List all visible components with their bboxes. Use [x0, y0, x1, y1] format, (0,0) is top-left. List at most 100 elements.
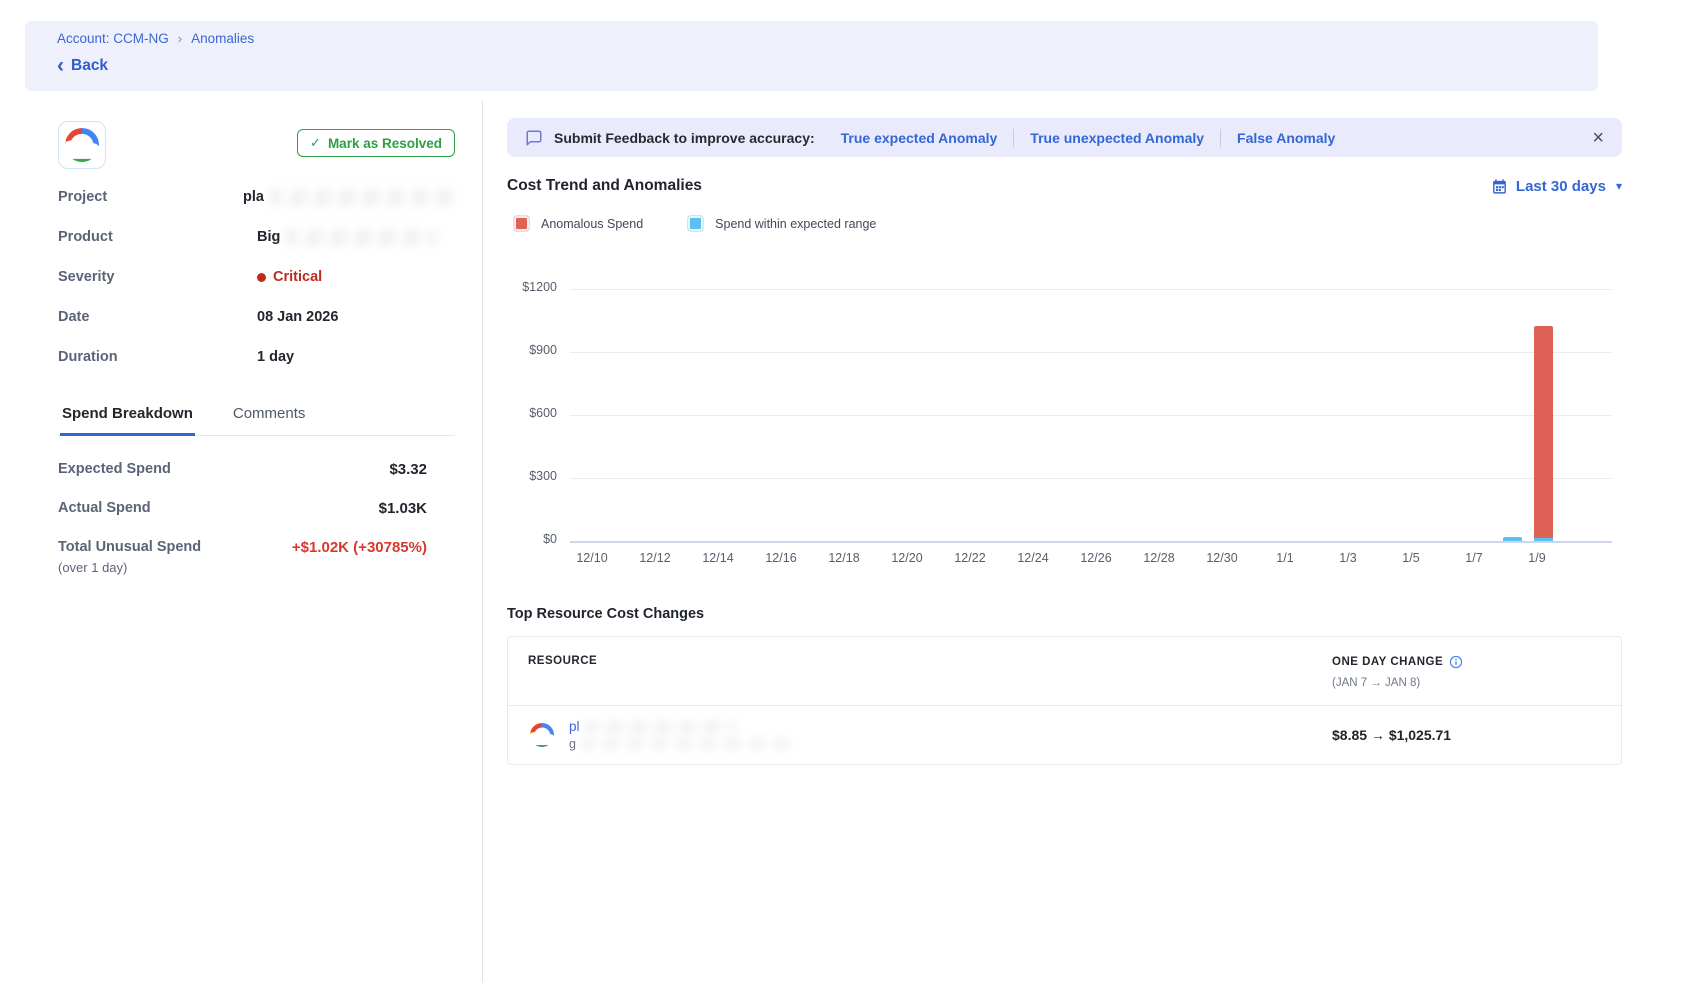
- resource-subtext: g: [569, 737, 576, 751]
- spend-label-group: Expected Spend: [58, 461, 171, 477]
- topbar: Account: CCM-NG › Anomalies ‹ Back: [25, 21, 1598, 91]
- field-label: Date: [58, 309, 257, 325]
- gridline: [570, 289, 1612, 290]
- x-axis-label: 12/16: [746, 551, 816, 565]
- mark-as-resolved-button[interactable]: ✓ Mark as Resolved: [297, 129, 455, 157]
- field-label: Duration: [58, 349, 257, 365]
- field-value-text: 1 day: [257, 349, 294, 365]
- y-axis-label: $900: [497, 343, 557, 357]
- resource-name-line: pl: [569, 719, 792, 734]
- field-value: 08 Jan 2026: [257, 309, 338, 325]
- tab-spend-breakdown[interactable]: Spend Breakdown: [60, 399, 195, 436]
- field-value: pla: [243, 189, 455, 206]
- y-axis-label: $1200: [497, 280, 557, 294]
- resource-text: pl g: [569, 719, 792, 751]
- severity-value: Critical: [273, 269, 322, 285]
- redacted-value: [286, 229, 436, 246]
- x-axis-label: 1/7: [1439, 551, 1509, 565]
- spend-label: Total Unusual Spend: [58, 539, 201, 555]
- back-label: Back: [71, 57, 108, 75]
- x-axis-label: 12/14: [683, 551, 753, 565]
- field-value-text: pla: [243, 189, 264, 205]
- feedback-divider: [1013, 129, 1014, 147]
- field-row: Severity Critical: [58, 257, 455, 297]
- legend-item: Anomalous Spend: [513, 215, 643, 232]
- x-axis-label: 12/24: [998, 551, 1068, 565]
- feedback-options: True expected Anomaly True unexpected Ano…: [841, 129, 1336, 147]
- field-row: ProductBig: [58, 217, 455, 257]
- x-axis-label: 1/3: [1313, 551, 1383, 565]
- resource-link[interactable]: pl: [569, 719, 580, 734]
- feedback-option-1[interactable]: True expected Anomaly: [841, 130, 998, 146]
- chevron-left-icon: ‹: [57, 59, 64, 73]
- legend-item: Spend within expected range: [687, 215, 876, 232]
- spend-label: Expected Spend: [58, 461, 171, 477]
- change-column-sublabel: (JAN 7 → JAN 8): [1332, 677, 1601, 689]
- check-icon: ✓: [310, 135, 321, 151]
- resource-row[interactable]: pl g $8.85 → $1,025.71: [508, 706, 1621, 764]
- field-value: Big: [257, 229, 436, 246]
- feedback-option-3[interactable]: False Anomaly: [1237, 130, 1335, 146]
- detail-panel-header: ✓ Mark as Resolved: [58, 121, 455, 169]
- x-axis-label: 12/26: [1061, 551, 1131, 565]
- anomaly-detail-panel: ✓ Mark as Resolved ProjectplaProductBigS…: [25, 100, 482, 586]
- chevron-right-icon: ›: [178, 31, 182, 46]
- spend-row: Total Unusual Spend(over 1 day) +$1.02K (…: [58, 528, 455, 586]
- field-value-text: Big: [257, 229, 280, 245]
- redacted-resource-subtext: [582, 739, 792, 749]
- legend-label: Anomalous Spend: [541, 217, 643, 231]
- x-axis-label: 12/10: [557, 551, 627, 565]
- field-label: Project: [58, 189, 243, 205]
- y-axis-label: $600: [497, 406, 557, 420]
- close-icon[interactable]: ×: [1592, 128, 1604, 148]
- resource-table: RESOURCEONE DAY CHANGE(JAN 7 → JAN 8)plg…: [507, 636, 1622, 765]
- gridline: [570, 415, 1612, 416]
- x-axis-label: 12/22: [935, 551, 1005, 565]
- expected-base-segment: [1534, 538, 1553, 541]
- tab-comments[interactable]: Comments: [231, 399, 308, 436]
- one-day-change-value: $8.85 → $1,025.71: [1332, 727, 1601, 743]
- detail-tabs: Spend Breakdown Comments: [58, 399, 455, 436]
- x-axis-label: 12/30: [1187, 551, 1257, 565]
- feedback-option-2[interactable]: True unexpected Anomaly: [1030, 130, 1204, 146]
- feedback-prompt: Submit Feedback to improve accuracy:: [554, 130, 815, 146]
- chevron-down-icon: ▾: [1616, 179, 1622, 193]
- cloud-glyph: [63, 126, 101, 164]
- field-value: 1 day: [257, 349, 294, 365]
- date-range-selector[interactable]: Last 30 days ▾: [1491, 178, 1622, 195]
- change-column-label: ONE DAY CHANGE: [1332, 655, 1601, 669]
- x-axis-line: [570, 541, 1612, 543]
- calendar-icon: [1491, 178, 1508, 195]
- cloud-glyph: [529, 722, 555, 748]
- spend-label: Actual Spend: [58, 500, 151, 516]
- spend-label-group: Total Unusual Spend(over 1 day): [58, 539, 201, 575]
- x-axis-label: 1/5: [1376, 551, 1446, 565]
- back-button[interactable]: ‹ Back: [57, 57, 108, 75]
- gridline: [570, 478, 1612, 479]
- x-axis-label: 12/18: [809, 551, 879, 565]
- field-label: Severity: [58, 269, 257, 285]
- info-icon[interactable]: [1449, 655, 1463, 669]
- gridline: [570, 352, 1612, 353]
- change-column-header: ONE DAY CHANGE (JAN 7 → JAN 8): [1332, 655, 1601, 689]
- x-axis-label: 12/28: [1124, 551, 1194, 565]
- y-axis-label: $300: [497, 469, 557, 483]
- resolve-button-label: Mark as Resolved: [328, 136, 442, 151]
- google-cloud-icon: [62, 125, 102, 165]
- spend-value: $3.32: [389, 461, 427, 478]
- spend-value: +$1.02K (+30785%): [292, 539, 427, 556]
- anomalous-spend-bar[interactable]: [1534, 326, 1553, 541]
- spend-label-group: Actual Spend: [58, 500, 151, 516]
- anomalous-swatch-icon: [513, 215, 530, 232]
- expected-spend-bar[interactable]: [1503, 537, 1522, 541]
- breadcrumb-account-link[interactable]: Account: CCM-NG: [57, 31, 169, 46]
- spend-value: $1.03K: [379, 500, 427, 517]
- table-section-title: Top Resource Cost Changes: [507, 606, 1692, 622]
- y-axis-label: $0: [497, 532, 557, 546]
- field-value-text: 08 Jan 2026: [257, 309, 338, 325]
- redacted-resource-name: [586, 721, 736, 733]
- x-axis-label: 1/1: [1250, 551, 1320, 565]
- breadcrumb-current[interactable]: Anomalies: [191, 31, 254, 46]
- x-axis-label: 1/9: [1502, 551, 1572, 565]
- anomaly-fields: Projectpla ProductBig Severity Critical Date…: [58, 177, 455, 377]
